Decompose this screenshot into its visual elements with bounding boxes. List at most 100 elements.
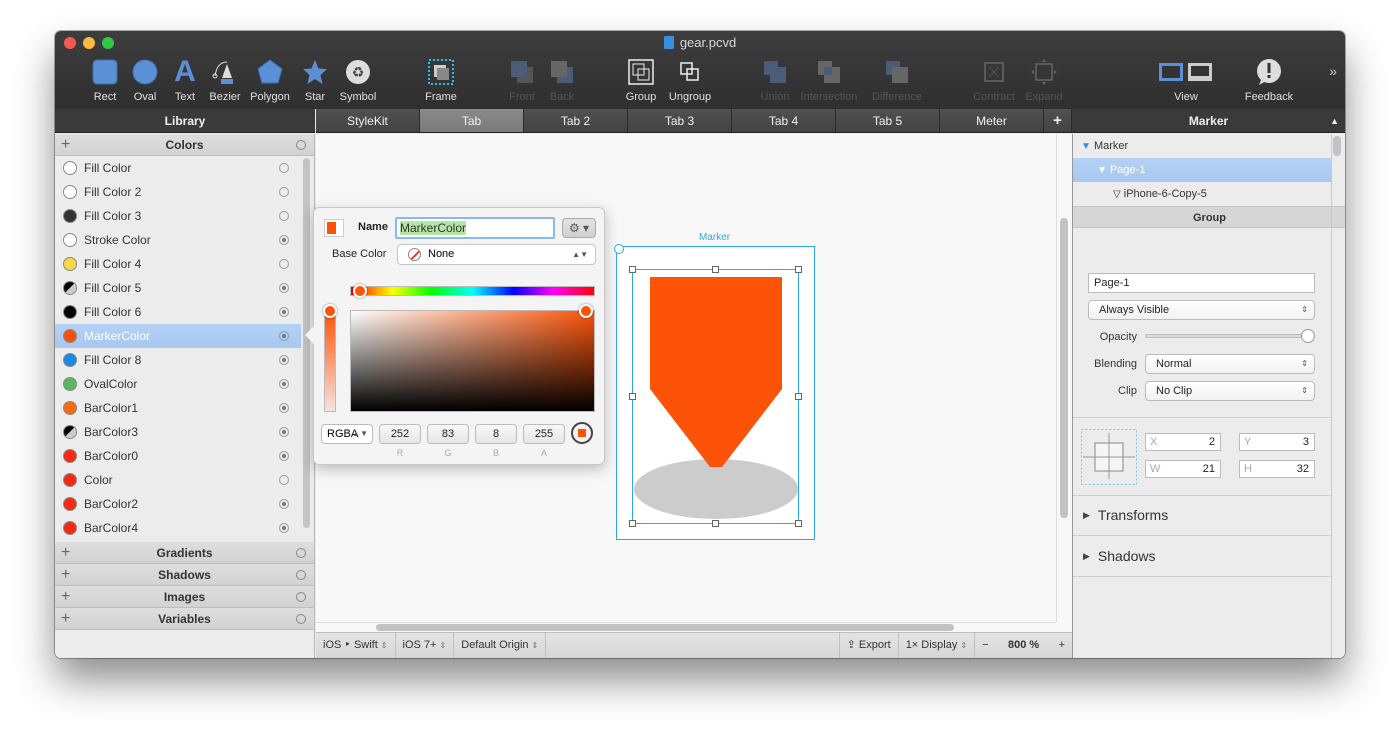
color-list-item[interactable]: Color <box>55 468 301 492</box>
resize-handle[interactable] <box>795 393 802 400</box>
color-list-item[interactable]: BarColor0 <box>55 444 301 468</box>
clip-select[interactable]: No Clip ⇕ <box>1145 381 1315 401</box>
color-options-button[interactable]: ⚙ ▾ <box>562 218 596 238</box>
resize-handle[interactable] <box>629 520 636 527</box>
variables-section-header[interactable]: + Variables <box>55 608 314 630</box>
toolbar-overflow-button[interactable]: » <box>1329 63 1337 79</box>
color-list-item[interactable]: MarkerColor <box>55 324 301 348</box>
view-button[interactable]: View <box>1155 57 1217 103</box>
polygon-tool-button[interactable]: Polygon <box>247 57 293 103</box>
color-list-item[interactable]: BarColor3 <box>55 420 301 444</box>
text-tool-button[interactable]: A Text <box>165 57 205 104</box>
language-select[interactable]: iOS ‣ Swift ⇕ <box>316 633 396 658</box>
add-gradient-button[interactable]: + <box>61 542 70 564</box>
frame-tool-button[interactable]: Frame <box>421 57 461 103</box>
group-name-input[interactable]: Page-1 <box>1088 273 1315 293</box>
color-list-item[interactable]: Fill Color 3 <box>55 204 301 228</box>
color-name-input[interactable]: MarkerColor <box>395 217 555 239</box>
zoom-out-button[interactable]: − <box>975 633 995 658</box>
tab-tab-3[interactable]: Tab 3 <box>628 109 732 132</box>
expand-button[interactable]: Expand <box>1021 57 1067 103</box>
color-list-item[interactable]: Stroke Color <box>55 228 301 252</box>
blending-select[interactable]: Normal ⇕ <box>1145 354 1315 374</box>
gradients-section-header[interactable]: + Gradients <box>55 542 314 564</box>
colors-section-header[interactable]: + Colors <box>55 134 314 156</box>
union-button[interactable]: Union <box>755 57 795 103</box>
horizontal-scrollbar[interactable] <box>376 624 954 631</box>
red-input[interactable]: 252 <box>379 424 421 444</box>
tab-tab-5[interactable]: Tab 5 <box>836 109 940 132</box>
opacity-slider-knob[interactable] <box>1301 329 1315 343</box>
shadows-section-header[interactable]: + Shadows <box>55 564 314 586</box>
tree-item-iphone-6-copy-5[interactable]: ▽ iPhone-6-Copy-5 <box>1073 182 1331 206</box>
color-list-item[interactable]: BarColor2 <box>55 492 301 516</box>
target-select[interactable]: iOS 7+ ⇕ <box>396 633 455 658</box>
add-shadow-button[interactable]: + <box>61 564 70 586</box>
hue-slider-knob[interactable] <box>352 284 367 298</box>
color-list-item[interactable]: Fill Color 8 <box>55 348 301 372</box>
eyedropper-icon[interactable] <box>571 422 593 444</box>
x-field[interactable]: X2 <box>1145 433 1221 451</box>
add-tab-button[interactable]: + <box>1044 109 1072 132</box>
add-variable-button[interactable]: + <box>61 608 70 630</box>
color-list-item[interactable]: BarColor4 <box>55 516 301 540</box>
width-field[interactable]: W 21 <box>1145 460 1221 478</box>
tree-item-page-1[interactable]: ▼ Page-1 <box>1073 158 1331 182</box>
oval-tool-button[interactable]: Oval <box>125 57 165 103</box>
resize-handle[interactable] <box>629 393 636 400</box>
tab-stylekit[interactable]: StyleKit <box>316 109 420 132</box>
intersection-button[interactable]: Intersection <box>799 57 859 103</box>
bezier-tool-button[interactable]: Bezier <box>203 57 247 103</box>
saturation-brightness-field[interactable] <box>350 310 595 412</box>
color-list-item[interactable]: Fill Color <box>55 156 301 180</box>
resize-handle[interactable] <box>795 520 802 527</box>
green-input[interactable]: 83 <box>427 424 469 444</box>
origin-select[interactable]: Default Origin ⇕ <box>454 633 547 658</box>
feedback-button[interactable]: Feedback <box>1239 57 1299 103</box>
ungroup-button[interactable]: Ungroup <box>665 57 715 103</box>
shadows-section-toggle[interactable]: ▶ Shadows <box>1083 548 1156 564</box>
color-list-item[interactable]: Fill Color 4 <box>55 252 301 276</box>
export-button[interactable]: ⇪ Export <box>840 633 899 658</box>
visibility-select[interactable]: Always Visible ⇕ <box>1088 300 1315 320</box>
vertical-scrollbar[interactable] <box>1060 218 1068 518</box>
alpha-slider-knob[interactable] <box>323 304 337 318</box>
images-section-header[interactable]: + Images <box>55 586 314 608</box>
frame-origin-handle[interactable] <box>614 244 624 254</box>
inspector-header[interactable]: Marker ▲ <box>1072 109 1345 133</box>
tab-tab[interactable]: Tab <box>420 109 524 132</box>
symbol-tool-button[interactable]: ♻ Symbol <box>336 57 380 103</box>
difference-button[interactable]: Difference <box>867 57 927 103</box>
tree-item-marker[interactable]: ▼ Marker <box>1073 134 1331 158</box>
resize-handle[interactable] <box>629 266 636 273</box>
resize-handle[interactable] <box>712 520 719 527</box>
back-button[interactable]: Back <box>542 57 582 103</box>
color-mode-select[interactable]: RGBA ▲▼ <box>321 424 373 444</box>
color-list-item[interactable]: Fill Color 5 <box>55 276 301 300</box>
color-list-item[interactable]: BarColor1 <box>55 396 301 420</box>
inspector-scrollbar[interactable] <box>1333 136 1341 156</box>
add-image-button[interactable]: + <box>61 586 70 608</box>
zoom-in-button[interactable]: + <box>1052 633 1072 658</box>
tab-tab-2[interactable]: Tab 2 <box>524 109 628 132</box>
alpha-input[interactable]: 255 <box>523 424 565 444</box>
y-field[interactable]: Y3 <box>1239 433 1315 451</box>
group-button[interactable]: Group <box>621 57 661 103</box>
alpha-slider[interactable] <box>324 310 336 412</box>
color-list-item[interactable]: Fill Color 6 <box>55 300 301 324</box>
autoresize-icon[interactable] <box>1081 429 1137 485</box>
opacity-slider[interactable] <box>1145 334 1308 338</box>
add-color-button[interactable]: + <box>61 134 70 156</box>
color-list-item[interactable]: Fill Color 2 <box>55 180 301 204</box>
tab-meter[interactable]: Meter <box>940 109 1044 132</box>
transforms-section-toggle[interactable]: ▶ Transforms <box>1083 507 1168 523</box>
hue-slider[interactable] <box>350 286 595 296</box>
saturation-brightness-knob[interactable] <box>579 304 593 318</box>
display-select[interactable]: 1× Display ⇕ <box>899 633 976 658</box>
height-field[interactable]: H 32 <box>1239 460 1315 478</box>
base-color-select[interactable]: None ▲▼ <box>397 244 596 265</box>
resize-handle[interactable] <box>712 266 719 273</box>
resize-handle[interactable] <box>795 266 802 273</box>
star-tool-button[interactable]: Star <box>295 57 335 103</box>
rect-tool-button[interactable]: Rect <box>85 57 125 103</box>
